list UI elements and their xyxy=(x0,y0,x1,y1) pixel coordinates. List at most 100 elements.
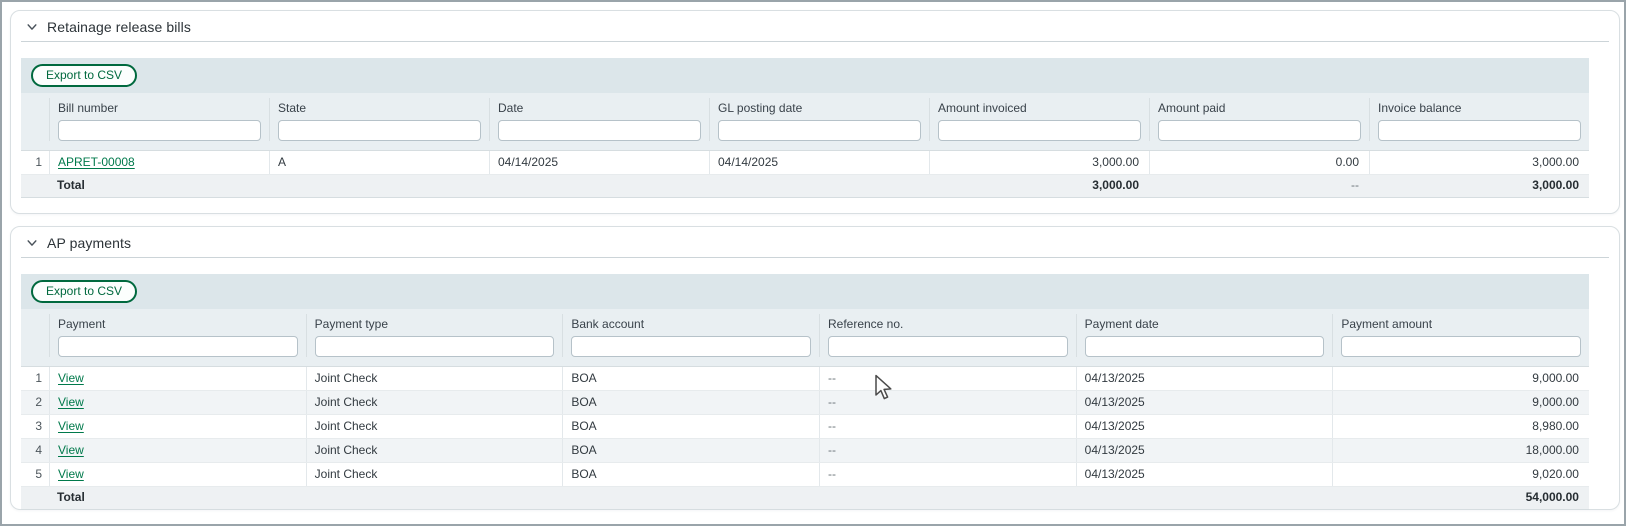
cell-payment: View xyxy=(49,367,306,390)
total-payment-type xyxy=(306,487,563,509)
filter-input-payment[interactable] xyxy=(58,336,298,357)
cell-payment-type: Joint Check xyxy=(306,463,563,486)
cell-gl-posting-date: 04/14/2025 xyxy=(709,151,929,174)
filter-input-amount-paid[interactable] xyxy=(1158,120,1361,141)
column-header-state: State xyxy=(269,98,489,141)
page-title: Retainage release bills xyxy=(47,19,191,35)
export-to-csv-button[interactable]: Export to CSV xyxy=(31,280,137,303)
column-header-bill-number: Bill number xyxy=(49,98,269,141)
column-header-payment-date: Payment date xyxy=(1076,314,1333,357)
column-label: Reference no. xyxy=(820,314,1076,336)
cell-payment-type: Joint Check xyxy=(306,391,563,414)
section-header: AP payments xyxy=(11,227,1619,255)
filter-input-date[interactable] xyxy=(498,120,701,141)
cell-bank-account: BOA xyxy=(562,367,819,390)
row-number-header xyxy=(21,314,49,357)
filter-input-payment-date[interactable] xyxy=(1085,336,1325,357)
table-row: 4ViewJoint CheckBOA--04/13/202518,000.00 xyxy=(21,439,1589,463)
payment-link[interactable]: View xyxy=(58,419,84,433)
filter-input-bank-account[interactable] xyxy=(571,336,811,357)
chevron-down-icon[interactable] xyxy=(25,237,38,250)
export-to-csv-button[interactable]: Export to CSV xyxy=(31,64,137,87)
total-gl-posting-date xyxy=(709,175,929,197)
cell-payment-date: 04/13/2025 xyxy=(1076,439,1333,462)
cell-payment-date: 04/13/2025 xyxy=(1076,463,1333,486)
column-header-payment-type: Payment type xyxy=(306,314,563,357)
total-payment-date xyxy=(1076,487,1333,509)
grid-toolbar: Export to CSV xyxy=(21,58,1589,93)
cell-reference-no: -- xyxy=(819,391,1076,414)
filter-input-payment-amount[interactable] xyxy=(1341,336,1581,357)
cell-amount-invoiced: 3,000.00 xyxy=(929,151,1149,174)
cell-bill-number: APRET-00008 xyxy=(49,151,269,174)
total-amount-invoiced: 3,000.00 xyxy=(929,175,1149,197)
column-header-reference-no: Reference no. xyxy=(819,314,1076,357)
payment-link[interactable]: View xyxy=(58,371,84,385)
column-label: GL posting date xyxy=(710,98,929,120)
table-row: 1APRET-00008A04/14/202504/14/20253,000.0… xyxy=(21,151,1589,175)
total-bank-account xyxy=(562,487,819,509)
column-label: Date xyxy=(490,98,709,120)
column-label: Amount paid xyxy=(1150,98,1369,120)
row-number: 4 xyxy=(21,439,49,462)
cell-payment-amount: 9,000.00 xyxy=(1332,391,1589,414)
cell-reference-no: -- xyxy=(819,439,1076,462)
column-label: Bank account xyxy=(563,314,819,336)
cell-bank-account: BOA xyxy=(562,415,819,438)
cell-payment-date: 04/13/2025 xyxy=(1076,367,1333,390)
cell-payment-type: Joint Check xyxy=(306,367,563,390)
ap-payments-table: PaymentPayment typeBank accountReference… xyxy=(21,309,1589,510)
cell-amount-paid: 0.00 xyxy=(1149,151,1369,174)
column-label: Invoice balance xyxy=(1370,98,1589,120)
cell-payment-type: Joint Check xyxy=(306,439,563,462)
cell-payment-date: 04/13/2025 xyxy=(1076,415,1333,438)
divider xyxy=(21,257,1609,258)
cell-payment-amount: 9,000.00 xyxy=(1332,367,1589,390)
filter-input-bill-number[interactable] xyxy=(58,120,261,141)
row-number: 3 xyxy=(21,415,49,438)
total-row: Total54,000.00 xyxy=(21,487,1589,510)
total-payment-amount: 54,000.00 xyxy=(1332,487,1589,509)
column-header-amount-invoiced: Amount invoiced xyxy=(929,98,1149,141)
filter-input-payment-type[interactable] xyxy=(315,336,555,357)
filter-input-reference-no[interactable] xyxy=(828,336,1068,357)
payment-link[interactable]: View xyxy=(58,467,84,481)
column-label: State xyxy=(270,98,489,120)
payment-link[interactable]: View xyxy=(58,395,84,409)
column-header-bank-account: Bank account xyxy=(562,314,819,357)
cell-payment-amount: 18,000.00 xyxy=(1332,439,1589,462)
bill-number-link[interactable]: APRET-00008 xyxy=(58,155,135,169)
cell-state: A xyxy=(269,151,489,174)
total-invoice-balance: 3,000.00 xyxy=(1369,175,1589,197)
filter-input-invoice-balance[interactable] xyxy=(1378,120,1581,141)
filter-input-state[interactable] xyxy=(278,120,481,141)
table-row: 2ViewJoint CheckBOA--04/13/20259,000.00 xyxy=(21,391,1589,415)
cell-payment: View xyxy=(49,391,306,414)
content-frame: Retainage release bills Export to CSV Bi… xyxy=(0,0,1626,526)
row-number-header xyxy=(21,98,49,141)
table-header-row: PaymentPayment typeBank accountReference… xyxy=(21,309,1589,367)
column-label: Payment type xyxy=(307,314,563,336)
chevron-down-icon[interactable] xyxy=(25,21,38,34)
cell-reference-no: -- xyxy=(819,463,1076,486)
filter-input-gl-posting-date[interactable] xyxy=(718,120,921,141)
cell-bank-account: BOA xyxy=(562,463,819,486)
cell-payment: View xyxy=(49,439,306,462)
column-label: Payment amount xyxy=(1333,314,1589,336)
cell-payment: View xyxy=(49,463,306,486)
total-reference-no xyxy=(819,487,1076,509)
total-bill-number: Total xyxy=(49,175,269,197)
total-state xyxy=(269,175,489,197)
divider xyxy=(21,41,1609,42)
cell-payment: View xyxy=(49,415,306,438)
filter-input-amount-invoiced[interactable] xyxy=(938,120,1141,141)
cell-payment-amount: 8,980.00 xyxy=(1332,415,1589,438)
cell-bank-account: BOA xyxy=(562,391,819,414)
grid-container: Export to CSV PaymentPayment typeBank ac… xyxy=(21,274,1589,510)
column-header-payment-amount: Payment amount xyxy=(1332,314,1589,357)
payment-link[interactable]: View xyxy=(58,443,84,457)
cell-payment-amount: 9,020.00 xyxy=(1332,463,1589,486)
table-row: 5ViewJoint CheckBOA--04/13/20259,020.00 xyxy=(21,463,1589,487)
total-amount-paid: -- xyxy=(1149,175,1369,197)
cell-payment-date: 04/13/2025 xyxy=(1076,391,1333,414)
